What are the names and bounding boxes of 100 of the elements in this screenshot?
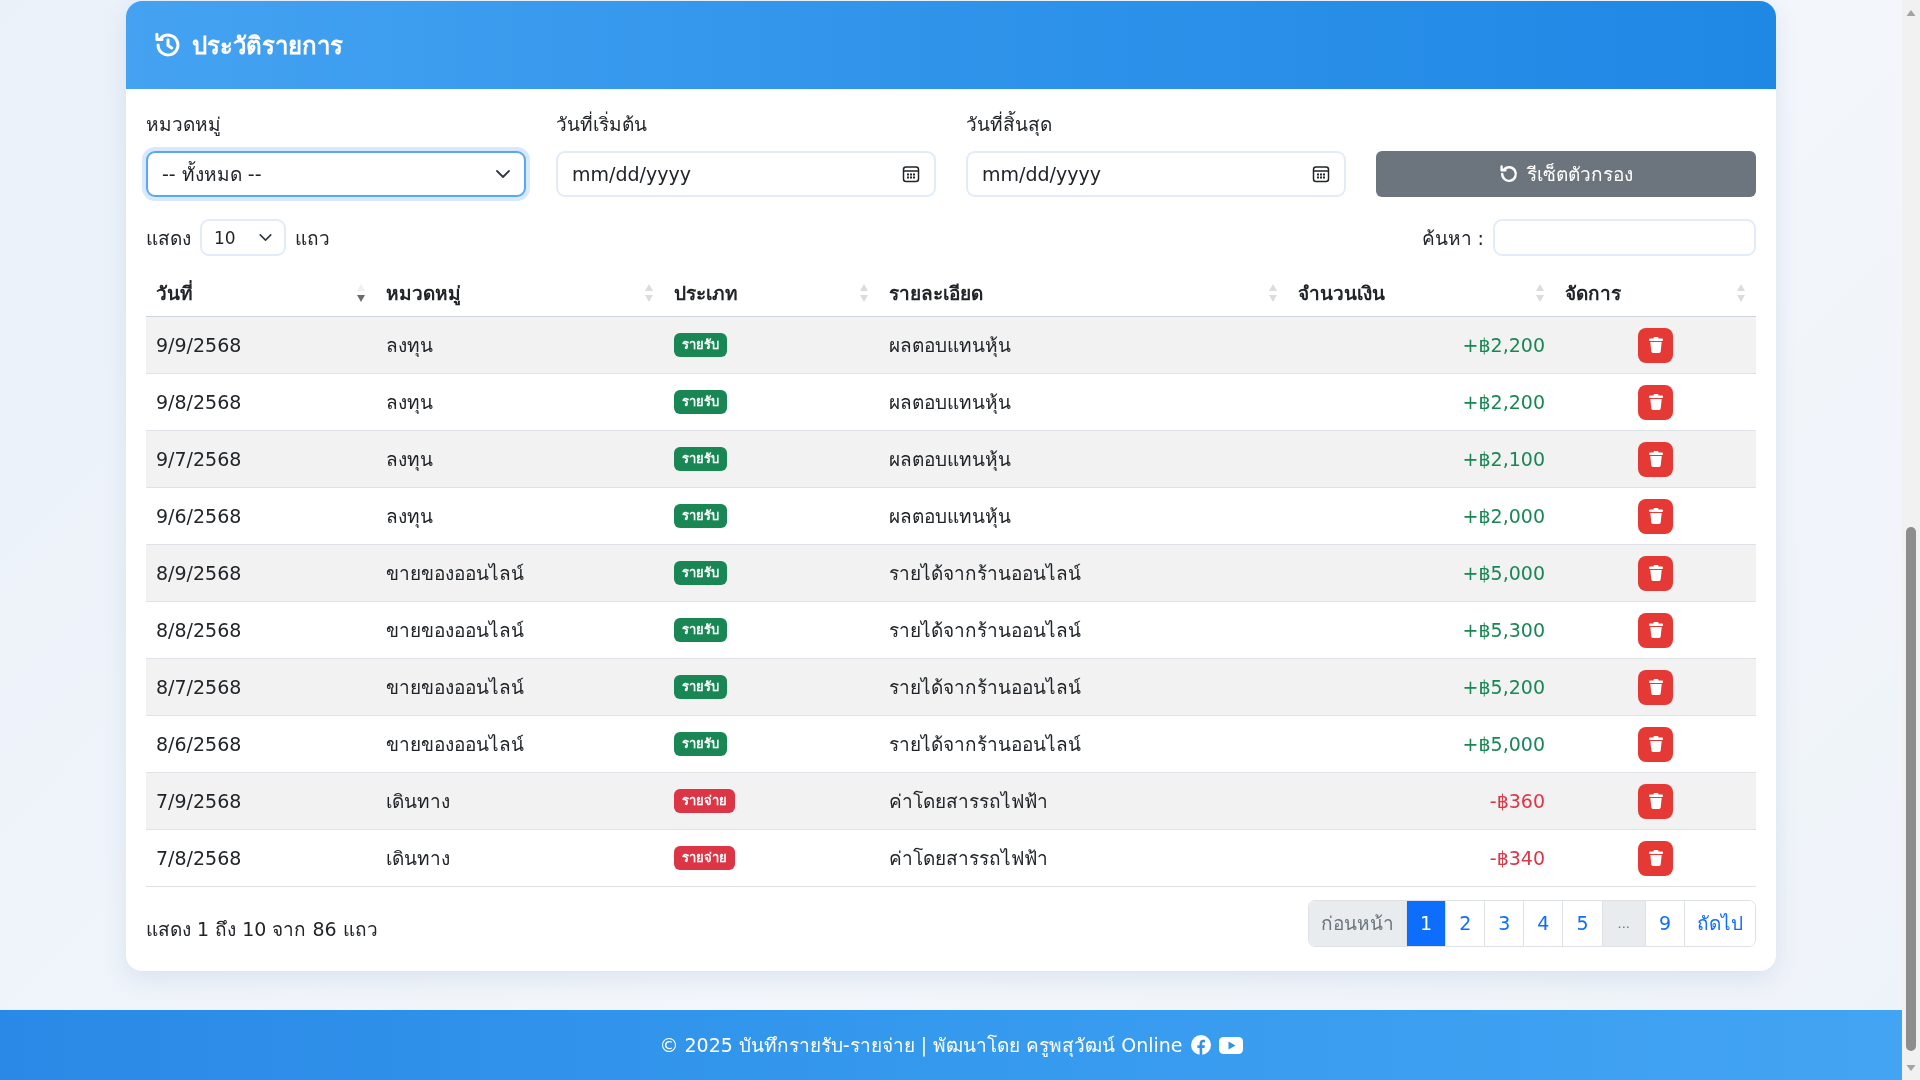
type-badge: รายรับ [674,333,727,358]
page-link[interactable]: 1 [1406,901,1446,946]
category-cell: ขายของออนไลน์ [376,544,664,602]
column-header[interactable]: ประเภท [674,277,869,308]
scrollbar[interactable] [1902,0,1920,1080]
amount-cell: +฿2,000 [1288,487,1555,545]
delete-button[interactable] [1638,498,1673,534]
chevron-down-icon [496,170,510,178]
amount-cell: +฿2,200 [1288,373,1555,431]
column-header[interactable]: หมวดหมู่ [386,277,654,308]
amount-cell: -฿360 [1288,772,1555,830]
date-field[interactable]: mm/dd/yyyy [966,151,1346,197]
category-cell: ลงทุน [376,373,664,431]
type-badge: รายรับ [674,618,727,643]
category-cell: ลงทุน [376,316,664,374]
category-cell: ขายของออนไลน์ [376,601,664,659]
details-cell: ค่าโดยสารรถไฟฟ้า [879,829,1288,887]
delete-button[interactable] [1638,441,1673,477]
date-cell: 9/7/2568 [146,430,376,488]
amount-cell: -฿340 [1288,829,1555,887]
type-badge: รายจ่าย [674,846,735,871]
chevron-down-icon [259,234,272,241]
trash-icon [1648,451,1663,467]
amount-cell: +฿2,100 [1288,430,1555,488]
page-ellipsis: ... [1601,901,1645,946]
column-header[interactable]: รายละเอียด [889,277,1278,308]
table-info: แสดง 1 ถึง 10 จาก 86 แถว [146,916,378,942]
facebook-icon[interactable] [1190,1035,1211,1055]
type-badge: รายรับ [674,732,727,757]
delete-button[interactable] [1638,384,1673,420]
category-cell: ขายของออนไลน์ [376,715,664,773]
date-cell: 8/9/2568 [146,544,376,602]
circular-arrow-icon [1499,164,1519,184]
details-cell: ค่าโดยสารรถไฟฟ้า [879,772,1288,830]
date-cell: 7/8/2568 [146,829,376,887]
amount-cell: +฿5,300 [1288,601,1555,659]
trash-icon [1648,793,1663,809]
column-header[interactable]: จัดการ [1565,277,1746,308]
footer-text: © 2025 บันทึกรายรับ-รายจ่าย | พัฒนาโดย ครูพสุวัฒน์ Online [659,1033,1183,1059]
date-field[interactable]: mm/dd/yyyy [556,151,936,197]
details-cell: รายได้จากร้านออนไลน์ [879,715,1288,773]
type-badge: รายรับ [674,561,727,586]
trash-icon [1648,508,1663,524]
next-page-link[interactable]: ถัดไป [1684,901,1755,946]
delete-button[interactable] [1638,783,1673,819]
date-cell: 9/8/2568 [146,373,376,431]
rows-label: แถว [295,225,330,251]
details-cell: ผลตอบแทนหุ้น [879,316,1288,374]
amount-cell: +฿2,200 [1288,316,1555,374]
amount-cell: +฿5,000 [1288,715,1555,773]
category-cell: ลงทุน [376,487,664,545]
filter-label: วันที่เริ่มต้น [556,111,648,137]
category-cell: เดินทาง [376,772,664,830]
search-label: ค้นหา : [1421,225,1484,251]
details-cell: รายได้จากร้านออนไลน์ [879,658,1288,716]
filter-label: หมวดหมู่ [146,112,222,137]
calendar-icon[interactable] [902,165,920,183]
youtube-icon[interactable] [1218,1036,1243,1054]
page-size-select[interactable]: 10 [200,219,286,256]
details-cell: ผลตอบแทนหุ้น [879,430,1288,488]
delete-button[interactable] [1638,612,1673,648]
calendar-icon[interactable] [1312,165,1330,183]
type-badge: รายรับ [674,390,727,415]
reset-filters-button[interactable]: รีเซ็ตตัวกรอง [1376,151,1756,197]
category-cell: ลงทุน [376,430,664,488]
filter-label: วันที่สิ้นสุด [966,111,1053,137]
delete-button[interactable] [1638,555,1673,591]
trash-icon [1648,679,1663,695]
amount-cell: +฿5,000 [1288,544,1555,602]
delete-button[interactable] [1638,669,1673,705]
date-cell: 8/7/2568 [146,658,376,716]
details-cell: ผลตอบแทนหุ้น [879,373,1288,431]
show-label: แสดง [146,225,191,251]
date-cell: 8/8/2568 [146,601,376,659]
details-cell: รายได้จากร้านออนไลน์ [879,601,1288,659]
type-badge: รายรับ [674,504,727,529]
trash-icon [1648,565,1663,581]
column-header[interactable]: วันที่ [156,277,366,308]
date-cell: 7/9/2568 [146,772,376,830]
category-select[interactable]: -- ทั้งหมด -- [146,151,526,197]
amount-cell: +฿5,200 [1288,658,1555,716]
date-cell: 8/6/2568 [146,715,376,773]
date-cell: 9/6/2568 [146,487,376,545]
trash-icon [1648,394,1663,410]
column-header[interactable]: จำนวนเงิน [1298,277,1545,308]
date-cell: 9/9/2568 [146,316,376,374]
delete-button[interactable] [1638,327,1673,363]
type-badge: รายรับ [674,675,727,700]
type-badge: รายรับ [674,447,727,472]
trash-icon [1648,337,1663,353]
trash-icon [1648,850,1663,866]
details-cell: ผลตอบแทนหุ้น [879,487,1288,545]
delete-button[interactable] [1638,840,1673,876]
trash-icon [1648,622,1663,638]
card-title: ประวัติรายการ [192,30,343,62]
search-field[interactable] [1493,219,1756,256]
trash-icon [1648,736,1663,752]
details-cell: รายได้จากร้านออนไลน์ [879,544,1288,602]
delete-button[interactable] [1638,726,1673,762]
category-cell: เดินทาง [376,829,664,887]
